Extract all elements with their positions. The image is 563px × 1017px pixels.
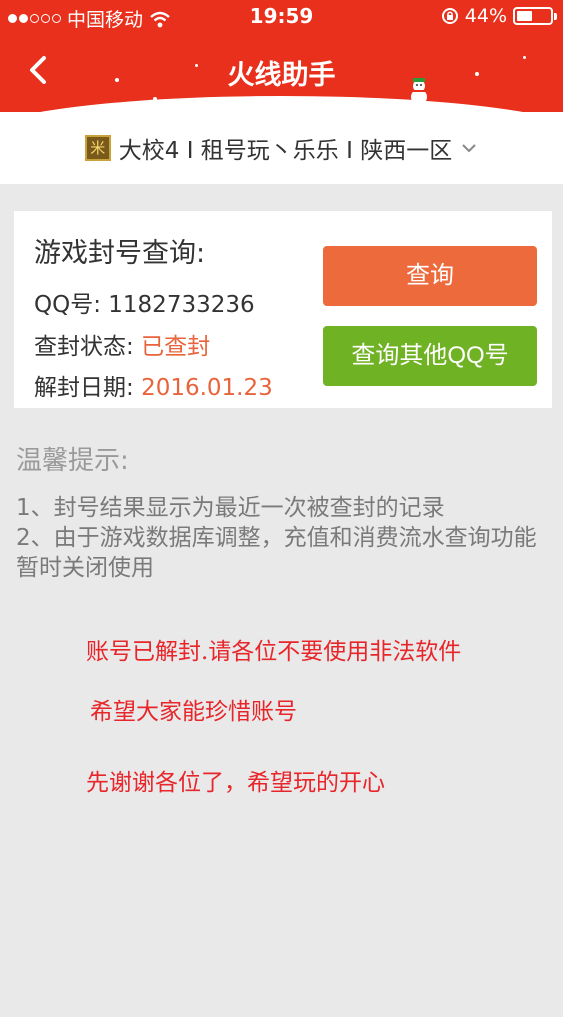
chevron-down-icon	[462, 144, 476, 153]
header: 中国移动 19:59 44% 火线助手	[0, 0, 563, 112]
snowman-icon	[411, 78, 427, 105]
server-name: 大校4 I 租号玩丶乐乐 I 陕西一区	[118, 138, 453, 164]
tips-title: 温馨提示:	[16, 446, 129, 476]
sparkle-icon	[115, 78, 119, 82]
overlay-text-line: 希望大家能珍惜账号	[90, 699, 297, 725]
battery-icon	[513, 7, 557, 25]
game-rank-icon: 米	[84, 135, 111, 161]
ban-query-card: 游戏封号查询: QQ号: 1182733236 查封状态: 已查封 解封日期: …	[14, 211, 552, 408]
sparkle-icon	[523, 56, 526, 59]
nav-bar: 火线助手	[0, 40, 563, 100]
query-other-qq-button[interactable]: 查询其他QQ号	[323, 326, 537, 386]
sparkle-icon	[153, 97, 157, 101]
battery-percent: 44%	[464, 5, 507, 27]
overlay-text-line: 账号已解封.请各位不要使用非法软件	[86, 639, 462, 665]
card-title: 游戏封号查询:	[34, 238, 206, 269]
tip-line: 1、封号结果显示为最近一次被查封的记录	[16, 495, 445, 521]
qq-value: 1182733236	[108, 292, 255, 318]
qq-row: QQ号: 1182733236	[34, 285, 255, 319]
qq-label: QQ号:	[34, 292, 109, 318]
date-value: 2016.01.23	[141, 375, 273, 401]
server-selector[interactable]: 米 大校4 I 租号玩丶乐乐 I 陕西一区	[0, 112, 563, 184]
status-value: 已查封	[141, 334, 211, 360]
tip-line: 2、由于游戏数据库调整，充值和消费流水查询功能暂时关闭使用	[16, 525, 537, 581]
rotation-lock-icon	[441, 8, 458, 24]
status-label: 查封状态:	[34, 334, 142, 360]
overlay-text-line: 先谢谢各位了，希望玩的开心	[86, 770, 385, 796]
date-row: 解封日期: 2016.01.23	[34, 368, 273, 402]
query-button[interactable]: 查询	[323, 246, 537, 306]
sparkle-icon	[475, 72, 479, 76]
status-bar: 中国移动 19:59 44%	[0, 0, 563, 34]
date-label: 解封日期:	[34, 375, 142, 401]
sparkle-icon	[195, 64, 198, 67]
tips-list: 1、封号结果显示为最近一次被查封的记录 2、由于游戏数据库调整，充值和消费流水查…	[16, 493, 556, 583]
status-row: 查封状态: 已查封	[34, 327, 210, 361]
